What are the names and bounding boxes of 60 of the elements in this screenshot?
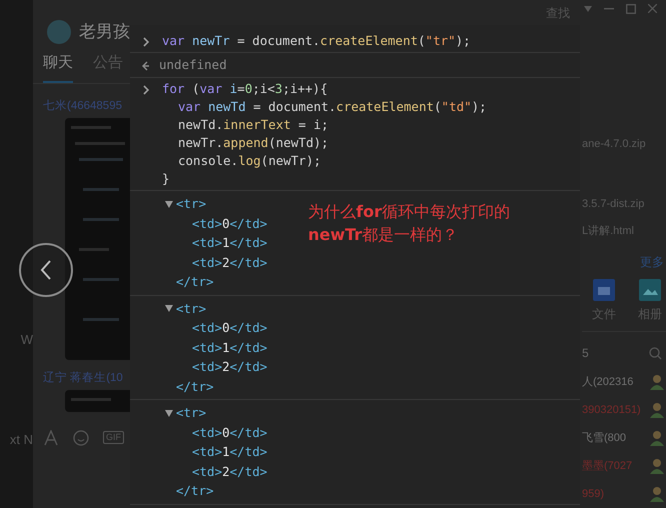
element-line: <td>1</td> bbox=[192, 234, 268, 252]
element-tag: <tr> bbox=[176, 403, 206, 422]
members-header: 5 bbox=[582, 345, 589, 362]
member-name[interactable]: 959) bbox=[582, 486, 604, 502]
folder-icon[interactable] bbox=[593, 279, 615, 301]
photo-icon[interactable] bbox=[639, 279, 661, 301]
member-name[interactable]: 人(202316 bbox=[582, 374, 634, 390]
member-name[interactable]: 390320151) bbox=[582, 402, 641, 418]
dropdown-caret-icon[interactable] bbox=[584, 6, 592, 12]
code-line: } bbox=[162, 170, 170, 188]
element-line: <td>1</td> bbox=[192, 443, 268, 461]
expand-triangle-icon[interactable] bbox=[164, 198, 174, 209]
code-line: console.log(newTr); bbox=[178, 152, 322, 170]
search-icon[interactable] bbox=[649, 346, 662, 360]
code-line: for (var i=0;i<3;i++){ bbox=[162, 80, 328, 98]
member-name[interactable]: 墨墨(7027 bbox=[582, 458, 632, 474]
emoji-icon[interactable] bbox=[73, 430, 89, 446]
code-line: newTr.append(newTd); bbox=[178, 134, 329, 152]
sender-name[interactable]: 辽宁 蒋春生(10 bbox=[43, 370, 130, 386]
element-line: <td>0</td> bbox=[192, 424, 268, 442]
avatar-icon bbox=[650, 430, 664, 446]
chevron-left-icon bbox=[40, 260, 52, 280]
result-text: undefined bbox=[159, 56, 227, 74]
desktop-text: xt N bbox=[10, 430, 33, 448]
previous-button[interactable] bbox=[19, 243, 73, 297]
avatar-icon bbox=[650, 402, 664, 418]
member-name[interactable]: 飞雪(800 bbox=[582, 430, 626, 446]
sender-name[interactable]: 七米(46648595 bbox=[43, 98, 130, 114]
more-link[interactable]: 更多 bbox=[640, 253, 666, 271]
expand-triangle-icon[interactable] bbox=[164, 303, 174, 314]
element-line: <td>2</td> bbox=[192, 254, 268, 272]
result-arrow-icon bbox=[141, 61, 149, 71]
code-line: var newTr = document.createElement("tr"); bbox=[162, 32, 471, 50]
element-line: <td>2</td> bbox=[192, 462, 268, 480]
element-tag: </tr> bbox=[176, 481, 214, 500]
avatar-icon bbox=[650, 374, 664, 390]
element-tag: <tr> bbox=[176, 194, 206, 214]
annotation-text: 为什么for循环中每次打印的 newTr都是一样的？ bbox=[308, 201, 510, 246]
prompt-icon bbox=[142, 85, 150, 95]
avatar-icon bbox=[650, 486, 664, 502]
chat-title: 老男孩 bbox=[79, 21, 130, 44]
element-tag: </tr> bbox=[176, 376, 214, 396]
group-avatar bbox=[47, 20, 71, 44]
element-tag: <tr> bbox=[176, 298, 206, 318]
maximize-icon[interactable] bbox=[626, 4, 636, 14]
element-line: <td>2</td> bbox=[192, 358, 268, 376]
desktop-text: W bbox=[20, 331, 33, 349]
expand-triangle-icon[interactable] bbox=[164, 408, 174, 418]
prompt-icon bbox=[142, 37, 150, 47]
element-line: <td>0</td> bbox=[192, 214, 268, 232]
element-line: <td>1</td> bbox=[192, 338, 268, 356]
element-tag: </tr> bbox=[176, 272, 214, 292]
element-line: <td>0</td> bbox=[192, 319, 268, 337]
chat-tab[interactable]: 聊天 bbox=[43, 52, 73, 82]
font-icon[interactable] bbox=[43, 430, 59, 446]
code-line: newTd.innerText = i; bbox=[178, 116, 329, 134]
avatar-icon bbox=[650, 458, 664, 474]
close-icon[interactable] bbox=[648, 4, 657, 14]
code-line: var newTd = document.createElement("td"); bbox=[178, 98, 487, 116]
minimize-icon[interactable] bbox=[604, 8, 614, 10]
